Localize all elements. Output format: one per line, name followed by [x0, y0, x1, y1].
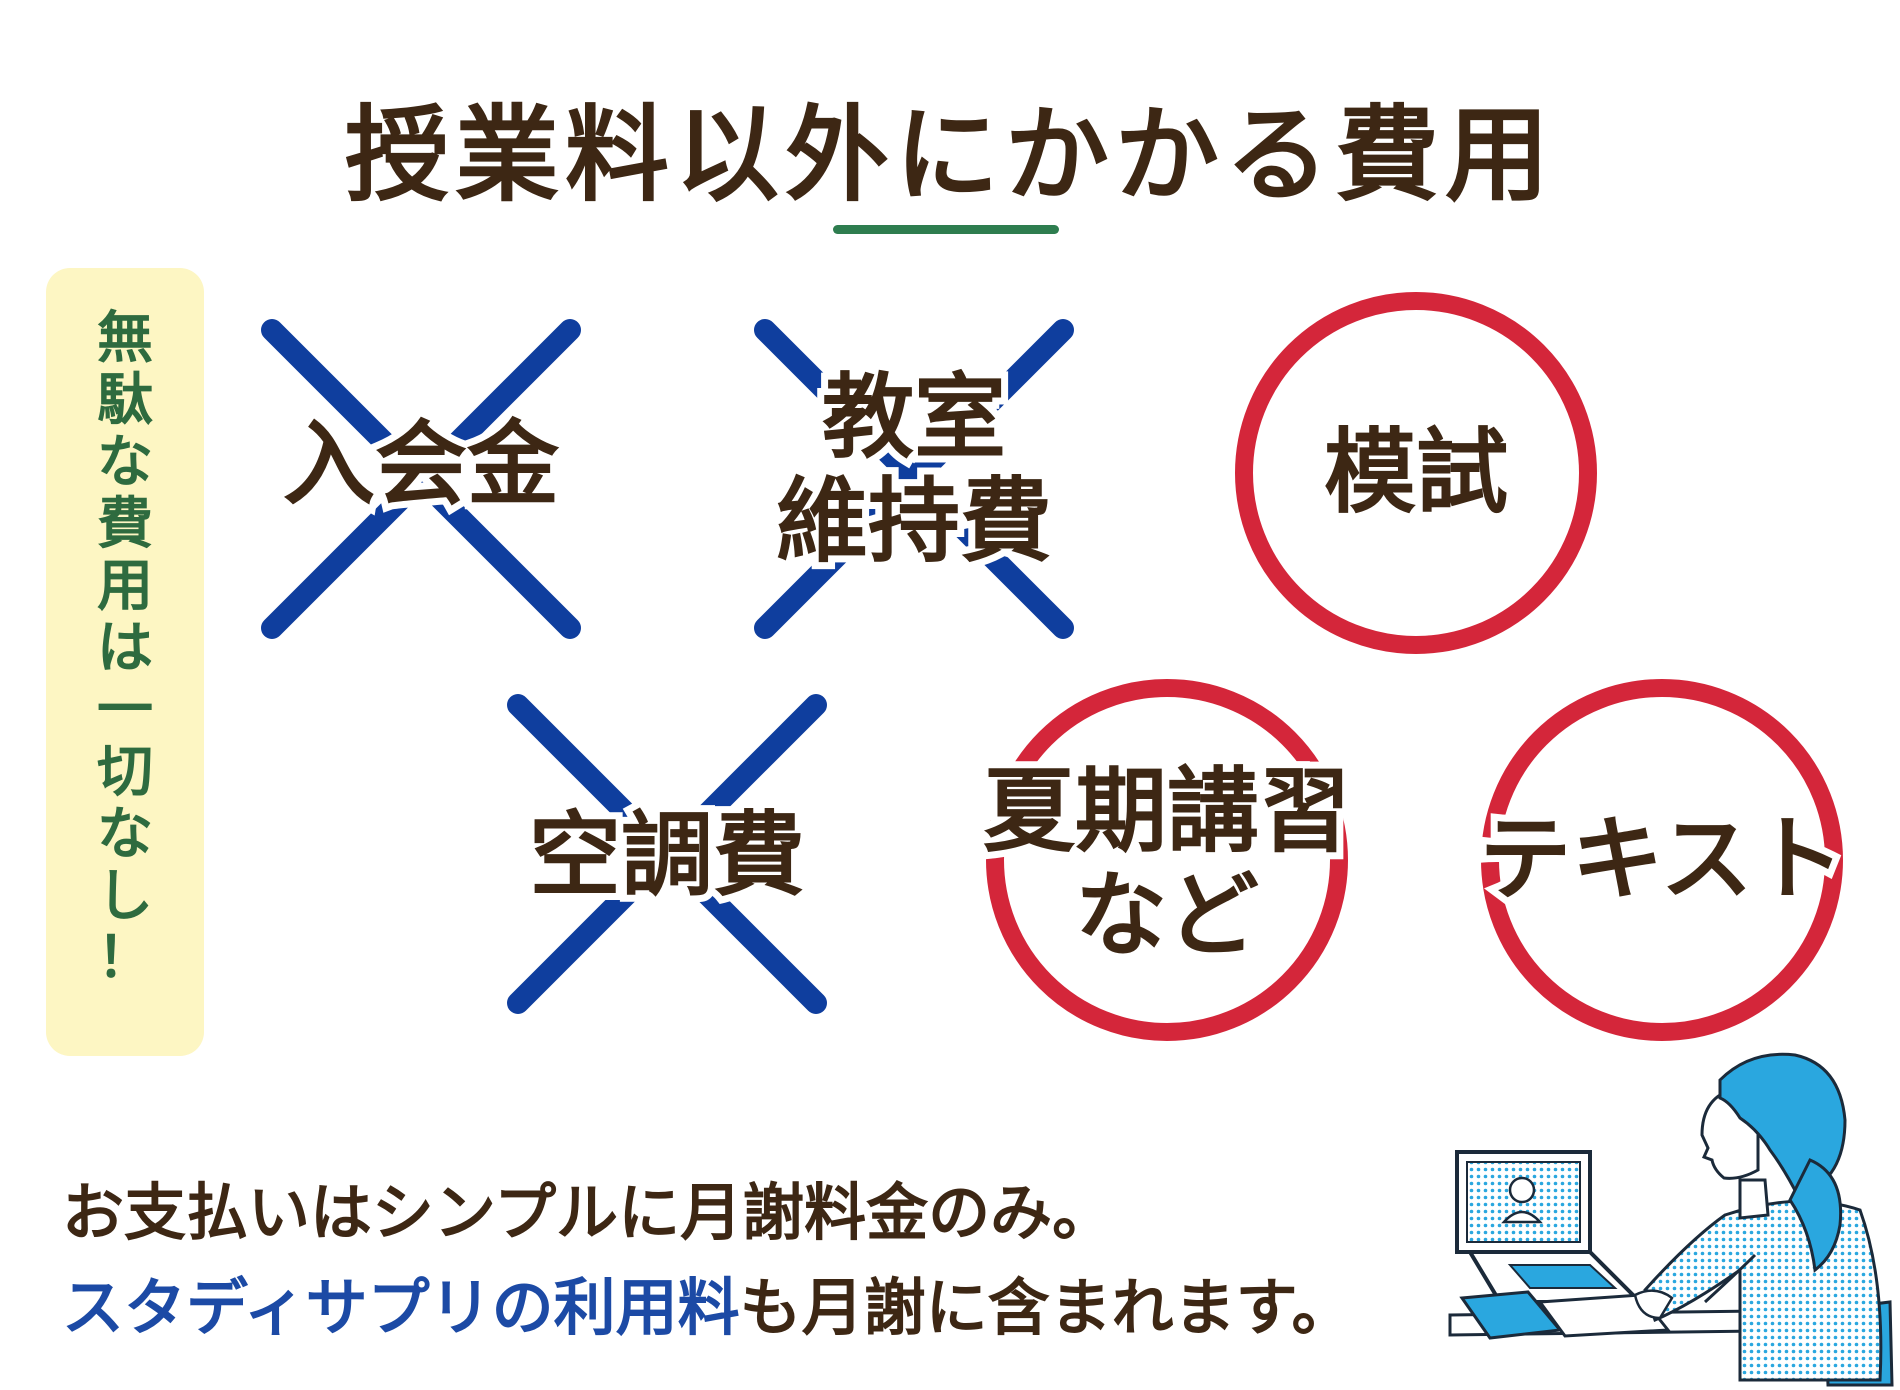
footer-accent-text: スタディサプリの利用料 [62, 1271, 740, 1344]
item-label-kuchohi: 空調費 [517, 797, 817, 915]
item-label-moshi: 模試 [1276, 414, 1556, 532]
item-label-line: 入会金 [276, 406, 566, 524]
item-label-nyukaikin: 入会金 [271, 406, 571, 524]
item-label-line: テキスト [1472, 801, 1851, 919]
item-label-line: 模試 [1317, 414, 1515, 532]
item-label-text: テキスト [1457, 801, 1867, 919]
item-label-kyoshitsu-ijihi: 教室 維持費 [754, 359, 1074, 581]
item-label-kaki-koshu: 夏期講習 など [962, 753, 1372, 975]
footer-line-2: スタディサプリの利用料も月謝に含まれます。 [62, 1257, 1353, 1347]
footer-line-1: お支払いはシンプルに月謝料金のみ。 [62, 1162, 1114, 1252]
item-label-line: など [1068, 857, 1266, 975]
item-label-line: 空調費 [522, 797, 812, 915]
footer-line-2-text: も月謝に含まれます。 [739, 1271, 1354, 1344]
item-label-line: 夏期講習 [976, 753, 1358, 871]
item-label-line: 教室 [815, 359, 1013, 477]
footer-line-1-text: お支払いはシンプルに月謝料金のみ。 [62, 1176, 1115, 1249]
student-at-laptop-illustration [1448, 1052, 1894, 1387]
item-label-line: 維持費 [769, 463, 1059, 581]
